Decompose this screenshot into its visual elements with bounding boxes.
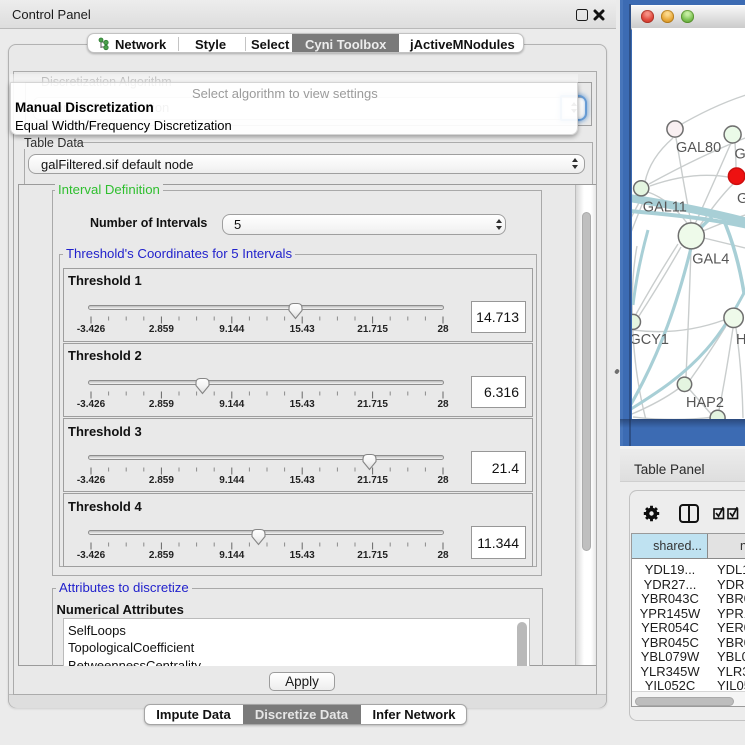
svg-text:GA: GA	[735, 147, 745, 163]
svg-text:GAL4: GAL4	[692, 252, 729, 268]
svg-text:GAL80: GAL80	[676, 140, 721, 156]
svg-text:GCY1: GCY1	[632, 332, 669, 348]
svg-text:G: G	[737, 191, 745, 207]
svg-text:GAL11: GAL11	[643, 200, 687, 216]
svg-text:HAP2: HAP2	[686, 395, 724, 411]
svg-text:H: H	[736, 332, 745, 348]
